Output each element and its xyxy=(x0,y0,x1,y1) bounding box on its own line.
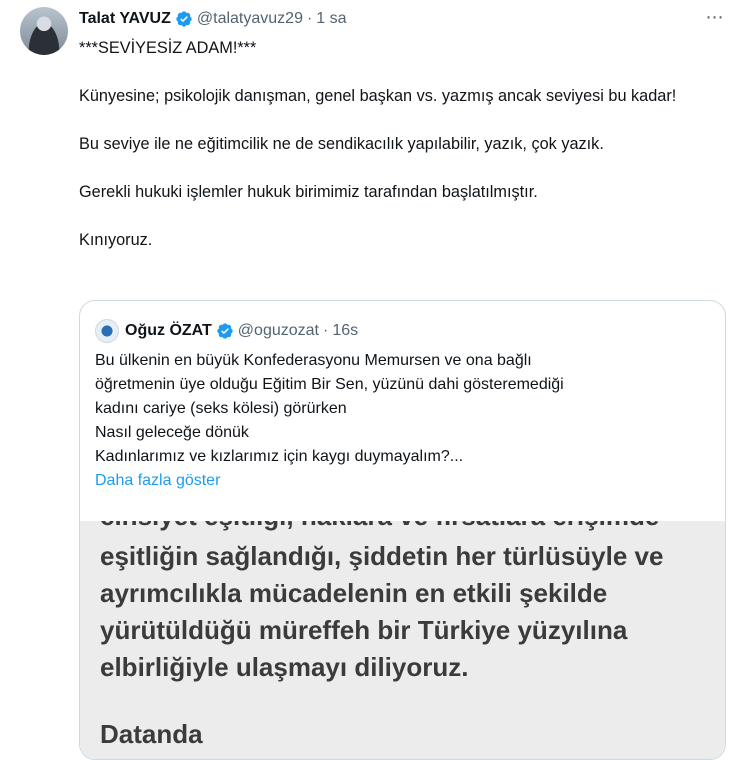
tweet-paragraph: Bu seviye ile ne eğitimcilik ne de sendi… xyxy=(79,135,604,153)
image-text-line: cinsiyet eşitliği, haklara ve fırsatlara… xyxy=(100,521,659,532)
tweet-paragraph: Kınıyoruz. xyxy=(79,231,153,249)
tweet-paragraph: ***SEVİYESİZ ADAM!*** xyxy=(79,39,257,57)
author-name[interactable]: Talat YAVUZ xyxy=(79,10,171,28)
quoted-author-name: Oğuz ÖZAT xyxy=(125,322,212,339)
quoted-text-line: kadını cariye (seks kölesi) görürken xyxy=(95,400,347,417)
quoted-tweet-time: 16s xyxy=(332,322,359,339)
quoted-author-avatar xyxy=(95,319,119,343)
quoted-text-line: Bu ülkenin en büyük Konfederasyonu Memur… xyxy=(95,352,532,369)
quoted-author-handle: @oguzozat xyxy=(237,322,319,339)
show-more-link[interactable]: Daha fazla göster xyxy=(95,469,695,493)
image-text-line: yürütüldüğü müreffeh bir Türkiye yüzyılı… xyxy=(100,615,628,645)
image-text-line: eşitliğin sağlandığı, şiddetin her türlü… xyxy=(100,541,664,571)
author-avatar[interactable] xyxy=(20,7,68,55)
quoted-tweet-image[interactable]: cinsiyet eşitliği, haklara ve fırsatlara… xyxy=(80,521,725,759)
image-text-line: ayrımcılıkla mücadelenin en etkili şekil… xyxy=(100,578,608,608)
tweet-text: ***SEVİYESİZ ADAM!*** Künyesine; psikolo… xyxy=(79,36,719,252)
image-text-line: Datanda xyxy=(100,719,203,749)
tweet-paragraph: Künyesine; psikolojik danışman, genel ba… xyxy=(79,87,677,105)
tweet-time[interactable]: 1 sa xyxy=(316,10,346,28)
separator-dot: · xyxy=(322,322,329,339)
image-text-line: elbirliğiyle ulaşmayı diliyoruz. xyxy=(100,652,469,682)
quoted-tweet-card[interactable]: Oğuz ÖZAT @oguzozat · 16s Bu ülkenin en … xyxy=(79,300,726,760)
verified-badge-icon xyxy=(217,323,233,339)
more-options-icon[interactable]: ⋯ xyxy=(703,8,727,30)
quoted-tweet-text: Bu ülkenin en büyük Konfederasyonu Memur… xyxy=(95,349,695,493)
quoted-text-line: öğretmenin üye olduğu Eğitim Bir Sen, yü… xyxy=(95,376,564,393)
verified-badge-icon xyxy=(176,11,192,27)
tweet-header: Talat YAVUZ @talatyavuz29 · 1 sa xyxy=(79,8,347,30)
separator-dot: · xyxy=(306,10,313,27)
quoted-text-line: Kadınlarımız ve kızlarımız için kaygı du… xyxy=(95,448,464,465)
quoted-tweet-header: Oğuz ÖZAT @oguzozat · 16s xyxy=(95,319,358,343)
author-handle[interactable]: @talatyavuz29 xyxy=(197,10,303,28)
tweet-paragraph: Gerekli hukuki işlemler hukuk birimimiz … xyxy=(79,183,538,201)
quoted-text-line: Nasıl geleceğe dönük xyxy=(95,424,249,441)
